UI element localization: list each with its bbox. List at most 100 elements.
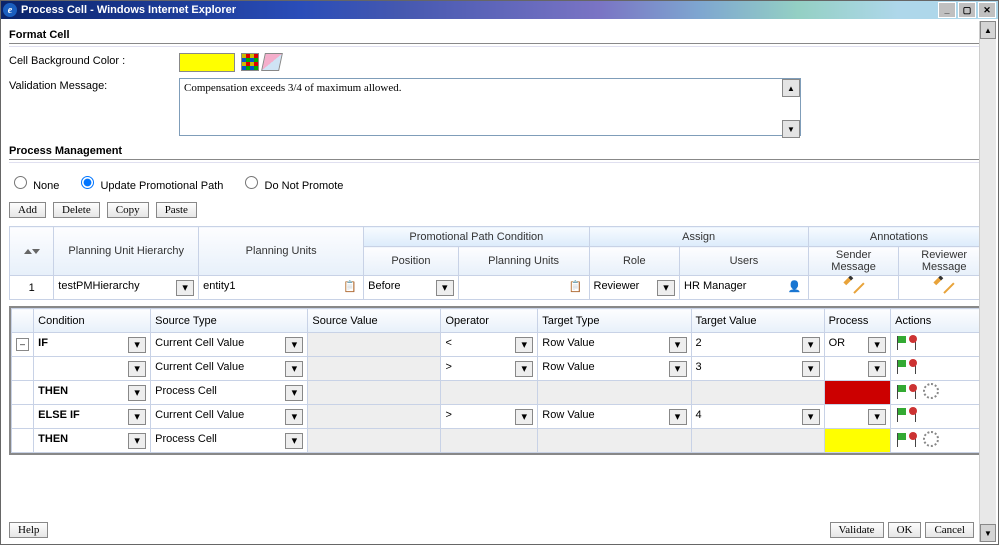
scroll-up-button[interactable]: ▲ (782, 79, 800, 97)
cell-users[interactable]: HR Manager👤 (680, 276, 809, 300)
rule-row[interactable]: THEN▾Process Cell▾ (12, 429, 988, 453)
dropdown-icon[interactable]: ▾ (515, 409, 533, 425)
dropdown-icon[interactable]: ▾ (669, 361, 687, 377)
copy-button[interactable]: Copy (107, 202, 149, 218)
dropdown-icon[interactable]: ▾ (868, 337, 886, 353)
dropdown-icon[interactable]: ▾ (176, 280, 194, 296)
scroll-up-icon[interactable]: ▲ (980, 21, 996, 39)
rule-row[interactable]: THEN▾Process Cell▾ (12, 381, 988, 405)
pm-row[interactable]: 1 testPMHierarchy▾ entity1📋 Before▾ 📋 Re… (10, 276, 990, 300)
cell-role[interactable]: Reviewer▾ (589, 276, 680, 300)
col-act[interactable]: Actions (891, 309, 988, 333)
minimize-button[interactable]: _ (938, 2, 956, 18)
dropdown-icon[interactable]: ▾ (285, 433, 303, 449)
dropdown-icon[interactable]: ▾ (128, 361, 146, 377)
dropdown-icon[interactable]: ▾ (285, 385, 303, 401)
add-flag-icon[interactable] (895, 336, 907, 350)
dropdown-icon[interactable]: ▾ (128, 385, 146, 401)
col-ttype[interactable]: Target Type (538, 309, 691, 333)
bg-color-swatch[interactable] (179, 53, 235, 72)
gear-icon[interactable] (923, 431, 939, 447)
dropdown-icon[interactable]: ▾ (802, 337, 820, 353)
close-button[interactable]: ✕ (978, 2, 996, 18)
col-cond[interactable]: Condition (34, 309, 151, 333)
col-stype[interactable]: Source Type (151, 309, 308, 333)
remove-flag-icon[interactable] (909, 360, 921, 374)
color-picker-icon[interactable] (241, 53, 259, 71)
radio-none[interactable]: None (9, 180, 59, 192)
rule-row[interactable]: ▾Current Cell Value▾>▾Row Value▾3▾▾ (12, 357, 988, 381)
col-pu2[interactable]: Planning Units (458, 247, 589, 276)
dropdown-icon[interactable]: ▾ (436, 280, 454, 296)
col-rm[interactable]: Reviewer Message (899, 247, 990, 276)
eraser-icon[interactable] (261, 53, 283, 71)
cell-sm[interactable] (808, 276, 899, 300)
col-users[interactable]: Users (680, 247, 809, 276)
validation-message-input[interactable]: Compensation exceeds 3/4 of maximum allo… (179, 78, 801, 136)
pencil-icon[interactable] (934, 276, 955, 294)
scroll-down-icon[interactable]: ▼ (980, 524, 996, 542)
dropdown-icon[interactable]: ▾ (285, 409, 303, 425)
selector-icon[interactable]: 📋 (343, 280, 359, 296)
help-button[interactable]: Help (9, 522, 48, 538)
col-sm[interactable]: Sender Message (808, 247, 899, 276)
add-flag-icon[interactable] (895, 408, 907, 422)
cell-pu[interactable]: entity1📋 (199, 276, 364, 300)
dropdown-icon[interactable]: ▾ (802, 409, 820, 425)
dropdown-icon[interactable]: ▾ (128, 433, 146, 449)
dropdown-icon[interactable]: ▾ (285, 337, 303, 353)
dropdown-icon[interactable]: ▾ (802, 361, 820, 377)
maximize-button[interactable]: ▢ (958, 2, 976, 18)
actions-cell (891, 429, 988, 453)
window-title: Process Cell - Windows Internet Explorer (21, 4, 236, 16)
remove-flag-icon[interactable] (909, 385, 921, 399)
col-proc[interactable]: Process (824, 309, 891, 333)
add-flag-icon[interactable] (895, 360, 907, 374)
radio-update[interactable]: Update Promotional Path (76, 180, 223, 192)
add-button[interactable]: Add (9, 202, 46, 218)
dropdown-icon[interactable]: ▾ (868, 409, 886, 425)
cell-pu2[interactable]: 📋 (458, 276, 589, 300)
cell-pos[interactable]: Before▾ (364, 276, 459, 300)
paste-button[interactable]: Paste (156, 202, 197, 218)
dropdown-icon[interactable]: ▾ (128, 409, 146, 425)
remove-flag-icon[interactable] (909, 336, 921, 350)
col-puh[interactable]: Planning Unit Hierarchy (54, 227, 199, 276)
cell-puh[interactable]: testPMHierarchy▾ (54, 276, 199, 300)
pencil-icon[interactable] (843, 276, 864, 294)
dropdown-icon[interactable]: ▾ (128, 337, 146, 353)
dropdown-icon[interactable]: ▾ (515, 361, 533, 377)
dropdown-icon[interactable]: ▾ (669, 337, 687, 353)
bg-color-label: Cell Background Color : (9, 53, 179, 67)
col-op[interactable]: Operator (441, 309, 538, 333)
col-pos[interactable]: Position (364, 247, 459, 276)
dropdown-icon[interactable]: ▾ (669, 409, 687, 425)
dropdown-icon[interactable]: ▾ (868, 361, 886, 377)
rule-row[interactable]: –IF▾Current Cell Value▾<▾Row Value▾2▾OR▾ (12, 333, 988, 357)
remove-flag-icon[interactable] (909, 408, 921, 422)
collapse-icon[interactable]: – (16, 338, 29, 351)
add-flag-icon[interactable] (895, 433, 907, 447)
dropdown-icon[interactable]: ▾ (515, 337, 533, 353)
remove-flag-icon[interactable] (909, 433, 921, 447)
user-picker-icon[interactable]: 👤 (788, 280, 804, 296)
add-flag-icon[interactable] (895, 385, 907, 399)
rule-row[interactable]: ELSE IF▾Current Cell Value▾>▾Row Value▾4… (12, 405, 988, 429)
col-pu[interactable]: Planning Units (199, 227, 364, 276)
cell-rm[interactable] (899, 276, 990, 300)
cancel-button[interactable]: Cancel (925, 522, 974, 538)
col-tval[interactable]: Target Value (691, 309, 824, 333)
ok-button[interactable]: OK (888, 522, 922, 538)
dropdown-icon[interactable]: ▾ (285, 361, 303, 377)
col-sval[interactable]: Source Value (308, 309, 441, 333)
selector-icon[interactable]: 📋 (569, 280, 585, 296)
validate-button[interactable]: Validate (830, 522, 884, 538)
delete-button[interactable]: Delete (53, 202, 100, 218)
dropdown-icon[interactable]: ▾ (657, 280, 675, 296)
sort-header[interactable] (10, 227, 54, 276)
gear-icon[interactable] (923, 383, 939, 399)
window-scrollbar[interactable]: ▲ ▼ (979, 21, 996, 542)
radio-donot[interactable]: Do Not Promote (240, 180, 343, 192)
scroll-down-button[interactable]: ▼ (782, 120, 800, 138)
col-role[interactable]: Role (589, 247, 680, 276)
